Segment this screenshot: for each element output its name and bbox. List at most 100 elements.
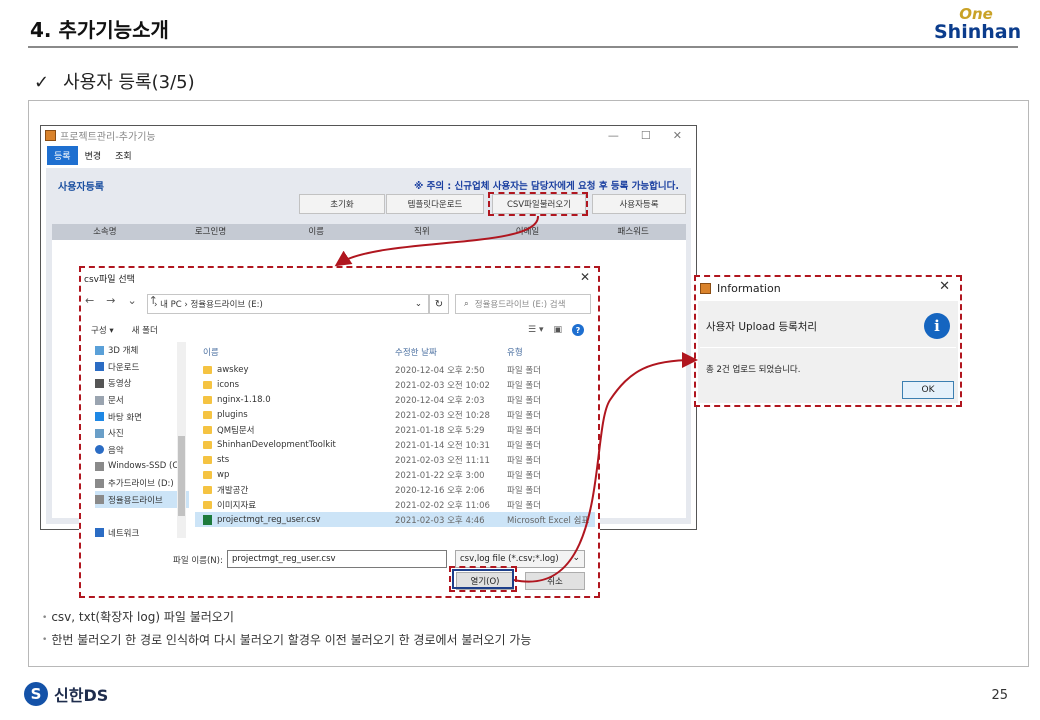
file-type: 파일 폴더 bbox=[507, 440, 541, 451]
refresh-icon[interactable]: ↻ bbox=[429, 294, 449, 314]
nav-item-downloads[interactable]: 다운로드 bbox=[95, 359, 189, 376]
file-row[interactable]: awskey 2020-12-04 오후 2:50 파일 폴더 bbox=[195, 362, 595, 377]
nav-label: 3D 개체 bbox=[108, 346, 139, 357]
preview-pane-icon[interactable]: ▣ bbox=[553, 325, 562, 335]
file-row-selected[interactable]: projectmgt_reg_user.csv 2021-02-03 오후 4:4… bbox=[195, 512, 595, 527]
template-download-button[interactable]: 템플릿다운로드 bbox=[386, 194, 484, 214]
col-file-name[interactable]: 이름 bbox=[195, 346, 395, 358]
file-type: 파일 폴더 bbox=[507, 470, 541, 481]
file-row[interactable]: wp 2021-01-22 오후 3:00 파일 폴더 bbox=[195, 467, 595, 482]
file-date: 2020-12-04 오후 2:50 bbox=[395, 365, 485, 376]
col-affiliation[interactable]: 소속명 bbox=[52, 224, 158, 240]
file-row[interactable]: sts 2021-02-03 오전 11:11 파일 폴더 bbox=[195, 452, 595, 467]
folder-icon bbox=[203, 380, 212, 389]
col-login[interactable]: 로그인명 bbox=[158, 224, 264, 240]
maximize-icon[interactable]: ☐ bbox=[641, 129, 651, 142]
cancel-button[interactable]: 취소 bbox=[525, 572, 585, 590]
back-icon[interactable]: ← bbox=[85, 294, 94, 307]
nav-item-drive-c[interactable]: Windows-SSD (C:) bbox=[95, 458, 189, 475]
app-icon bbox=[45, 129, 56, 141]
col-position[interactable]: 직위 bbox=[369, 224, 475, 240]
file-name: icons bbox=[217, 379, 240, 390]
new-folder-button[interactable]: 새 폴더 bbox=[132, 324, 158, 336]
menu-search[interactable]: 조회 bbox=[108, 146, 139, 165]
col-password[interactable]: 패스워드 bbox=[580, 224, 686, 240]
nav-label: 정율용드라이브 bbox=[108, 495, 163, 506]
nav-item-drive-d[interactable]: 추가드라이브 (D:) bbox=[95, 475, 189, 492]
search-input[interactable]: ⌕ 정율용드라이브 (E:) 검색 bbox=[455, 294, 591, 314]
view-buttons: ☰ ▾ ▣ ? bbox=[528, 324, 584, 336]
file-row[interactable]: icons 2021-02-03 오전 10:02 파일 폴더 bbox=[195, 377, 595, 392]
nav-item-pictures[interactable]: 사진 bbox=[95, 425, 189, 442]
nav-item-3d-objects[interactable]: 3D 개체 bbox=[95, 342, 189, 359]
note-item: • 한번 불러오기 한 경로 인식하여 다시 불러오기 할경우 이전 불러오기 한… bbox=[42, 632, 532, 647]
close-icon[interactable]: ✕ bbox=[673, 129, 682, 142]
col-modified[interactable]: 수정한 날짜 bbox=[395, 346, 507, 358]
folder-icon bbox=[203, 425, 212, 434]
subtitle-text: 사용자 등록(3/5) bbox=[63, 72, 195, 93]
organize-button[interactable]: 구성 ▾ bbox=[91, 324, 114, 336]
chevron-down-icon: ⌄ bbox=[572, 553, 580, 563]
file-row[interactable]: 개발공간 2020-12-16 오후 2:06 파일 폴더 bbox=[195, 482, 595, 497]
nav-label: 바탕 화면 bbox=[108, 412, 142, 423]
filename-input[interactable]: projectmgt_reg_user.csv bbox=[227, 550, 447, 568]
menu-change[interactable]: 변경 bbox=[78, 146, 109, 165]
check-icon: ✓ bbox=[34, 72, 50, 93]
folder-icon bbox=[203, 455, 212, 464]
nav-scrollbar[interactable] bbox=[177, 342, 186, 538]
filename-label: 파일 이름(N): bbox=[173, 556, 223, 566]
file-name: plugins bbox=[217, 409, 248, 420]
col-type[interactable]: 유형 bbox=[507, 346, 595, 358]
nav-item-documents[interactable]: 문서 bbox=[95, 392, 189, 409]
drive-icon bbox=[95, 495, 104, 505]
close-icon[interactable]: ✕ bbox=[939, 279, 950, 294]
nav-label: 사진 bbox=[108, 429, 124, 440]
chevron-down-icon[interactable]: ⌄ bbox=[415, 299, 428, 309]
nav-item-network[interactable]: 네트워크 bbox=[95, 525, 189, 542]
section-subtitle: ✓ 사용자 등록(3/5) bbox=[34, 68, 195, 94]
notice-text: ※ 주의 : 신규업체 사용자는 담당자에게 요청 후 등록 가능합니다. bbox=[414, 181, 679, 192]
nav-item-videos[interactable]: 동영상 bbox=[95, 375, 189, 392]
close-icon[interactable]: ✕ bbox=[580, 270, 590, 284]
nav-item-desktop[interactable]: 바탕 화면 bbox=[95, 408, 189, 425]
one-shinhan-logo: One Shinhan bbox=[934, 6, 1021, 44]
register-user-button[interactable]: 사용자등록 bbox=[592, 194, 686, 214]
file-row[interactable]: ShinhanDevelopmentToolkit 2021-01-14 오전 1… bbox=[195, 437, 595, 452]
file-row[interactable]: plugins 2021-02-03 오전 10:28 파일 폴더 bbox=[195, 407, 595, 422]
nav-item-music[interactable]: 음악 bbox=[95, 442, 189, 459]
folder-icon bbox=[203, 365, 212, 374]
col-email[interactable]: 이메일 bbox=[475, 224, 581, 240]
address-bar[interactable]: › 내 PC › 정율용드라이브 (E:) ⌄ bbox=[147, 294, 429, 314]
file-row[interactable]: nginx-1.18.0 2020-12-04 오후 2:03 파일 폴더 bbox=[195, 392, 595, 407]
info-detail: 총 2건 업로드 되었습니다. bbox=[706, 365, 801, 375]
ok-button[interactable]: OK bbox=[902, 381, 954, 399]
slide-title: 4. 추가기능소개 bbox=[30, 18, 169, 42]
nav-label: 네트워크 bbox=[108, 528, 140, 539]
file-row[interactable]: QM팀문서 2021-01-18 오후 5:29 파일 폴더 bbox=[195, 422, 595, 437]
folder-icon bbox=[203, 440, 212, 449]
reset-button[interactable]: 초기화 bbox=[299, 194, 385, 214]
minimize-icon[interactable]: — bbox=[608, 129, 619, 142]
filetype-select[interactable]: csv,log file (*.csv;*.log) ⌄ bbox=[455, 550, 585, 568]
scroll-thumb[interactable] bbox=[178, 436, 185, 516]
recent-chevron-icon[interactable]: ⌄ bbox=[127, 294, 136, 307]
info-divider bbox=[700, 347, 956, 348]
view-options-icon[interactable]: ☰ ▾ bbox=[528, 325, 543, 335]
footer-brand: 신한DS bbox=[54, 686, 109, 705]
forward-icon[interactable]: → bbox=[106, 294, 115, 307]
menu-register[interactable]: 등록 bbox=[47, 145, 78, 165]
help-icon[interactable]: ? bbox=[572, 324, 584, 336]
file-dialog: csv파일 선택 ✕ ← → ⌄ ↑ › 내 PC › 정율용드라이브 (E:)… bbox=[79, 266, 600, 598]
folder-icon bbox=[203, 410, 212, 419]
file-date: 2021-02-02 오후 11:06 bbox=[395, 500, 490, 511]
col-name[interactable]: 이름 bbox=[263, 224, 369, 240]
title-divider bbox=[28, 46, 1018, 48]
excel-file-icon bbox=[203, 514, 212, 525]
info-icon: i bbox=[924, 313, 950, 339]
nav-item-drive-e[interactable]: 정율용드라이브 bbox=[95, 491, 189, 508]
address-path: › 내 PC › 정율용드라이브 (E:) bbox=[154, 300, 263, 310]
file-row[interactable]: 이미지자료 2021-02-02 오후 11:06 파일 폴더 bbox=[195, 497, 595, 512]
network-icon bbox=[95, 528, 104, 538]
footer-logo: S 신한DS bbox=[24, 682, 108, 706]
search-placeholder: 정율용드라이브 (E:) 검색 bbox=[474, 300, 566, 310]
